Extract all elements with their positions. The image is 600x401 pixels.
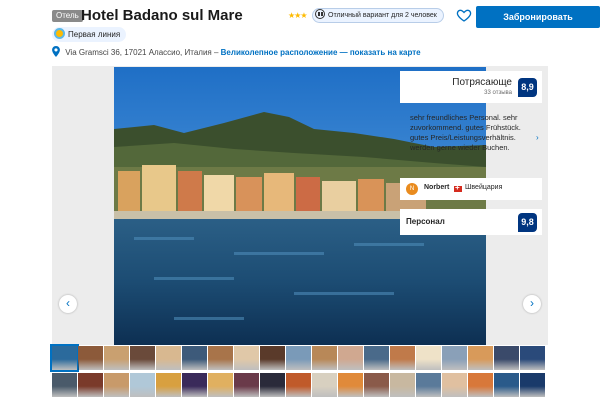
gallery-thumbnail[interactable]: [442, 346, 467, 370]
main-photo-image: [114, 67, 486, 345]
reviews-count: 33 отзыва: [484, 90, 512, 96]
property-type-badge: Отель: [52, 10, 83, 22]
good-choice-badge: Отличный вариант для 2 человек: [312, 8, 444, 23]
gallery-prev-button[interactable]: ‹: [59, 295, 77, 313]
gallery-thumbnail[interactable]: [130, 346, 155, 370]
address-text: Via Gramsci 36, 17021 Алассио, Италия –: [65, 48, 219, 57]
gallery-thumbnail[interactable]: [182, 373, 207, 397]
hotel-name: Hotel Badano sul Mare: [81, 7, 243, 24]
reviewer-country: Швейцария: [465, 184, 503, 191]
reviewer-row: N Norbert Швейцария: [400, 178, 542, 200]
show-on-map-link[interactable]: Великолепное расположение — показать на …: [221, 48, 421, 57]
gallery-thumbnail[interactable]: [208, 373, 233, 397]
thumbnail-strip: [50, 344, 548, 398]
gallery-thumbnail[interactable]: [364, 373, 389, 397]
staff-score-badge: 9,8: [518, 213, 537, 232]
swiss-flag-icon: [454, 183, 462, 192]
address-line: Via Gramsci 36, 17021 Алассио, Италия – …: [52, 46, 421, 59]
score-card[interactable]: Потрясающе 33 отзыва 8,9: [400, 71, 542, 103]
beach-icon: [54, 28, 65, 39]
photo-gallery: ‹ ›: [52, 66, 548, 345]
gallery-thumbnail[interactable]: [234, 373, 259, 397]
map-pin-icon: [52, 46, 60, 57]
reserve-button[interactable]: Забронировать: [476, 6, 600, 28]
main-photo[interactable]: [114, 67, 486, 345]
gallery-thumbnail[interactable]: [52, 373, 77, 397]
gallery-thumbnail[interactable]: [494, 373, 519, 397]
gallery-thumbnail[interactable]: [78, 346, 103, 370]
gallery-thumbnail[interactable]: [312, 346, 337, 370]
gallery-thumbnail[interactable]: [364, 346, 389, 370]
gallery-thumbnail[interactable]: [390, 373, 415, 397]
beachfront-tag: Первая линия: [52, 27, 127, 42]
gallery-next-button[interactable]: ›: [523, 295, 541, 313]
staff-score-card: Персонал 9,8: [400, 209, 542, 235]
gallery-thumbnail[interactable]: [156, 346, 181, 370]
gallery-thumbnail[interactable]: [338, 346, 363, 370]
gallery-thumbnail[interactable]: [338, 373, 363, 397]
gallery-thumbnail[interactable]: [182, 346, 207, 370]
avatar: N: [406, 183, 418, 195]
gallery-thumbnail[interactable]: [520, 373, 545, 397]
gallery-thumbnail[interactable]: [416, 373, 441, 397]
gallery-thumbnail[interactable]: [286, 346, 311, 370]
hotel-header: Отель Hotel Badano sul Mare ★★★ Отличный…: [52, 6, 600, 28]
star-rating: ★★★: [288, 11, 307, 20]
gallery-thumbnail[interactable]: [50, 344, 79, 372]
gallery-thumbnail[interactable]: [442, 373, 467, 397]
gallery-thumbnail[interactable]: [286, 373, 311, 397]
people-icon: [315, 9, 325, 19]
gallery-thumbnail[interactable]: [156, 373, 181, 397]
gallery-thumbnail[interactable]: [208, 346, 233, 370]
gallery-thumbnail[interactable]: [260, 373, 285, 397]
gallery-thumbnail[interactable]: [260, 346, 285, 370]
gallery-thumbnail[interactable]: [468, 373, 493, 397]
gallery-thumbnail[interactable]: [494, 346, 519, 370]
gallery-thumbnail[interactable]: [130, 373, 155, 397]
score-badge: 8,9: [518, 78, 537, 97]
gallery-thumbnail[interactable]: [312, 373, 337, 397]
gallery-thumbnail[interactable]: [78, 373, 103, 397]
review-text: sehr freundliches Personal. sehr zuvorko…: [410, 113, 521, 152]
gallery-thumbnail[interactable]: [390, 346, 415, 370]
gallery-thumbnail[interactable]: [520, 346, 545, 370]
gallery-thumbnail[interactable]: [234, 346, 259, 370]
beachfront-label: Первая линия: [68, 30, 121, 39]
good-choice-text: Отличный вариант для 2 человек: [328, 12, 437, 19]
review-next-button[interactable]: ›: [536, 133, 539, 142]
score-word: Потрясающе: [452, 77, 512, 88]
staff-label: Персонал: [406, 217, 445, 226]
gallery-thumbnail[interactable]: [104, 346, 129, 370]
heart-icon[interactable]: [456, 7, 472, 23]
gallery-thumbnail[interactable]: [468, 346, 493, 370]
gallery-thumbnail[interactable]: [416, 346, 441, 370]
gallery-thumbnail[interactable]: [104, 373, 129, 397]
reviewer-name: Norbert: [424, 184, 450, 191]
